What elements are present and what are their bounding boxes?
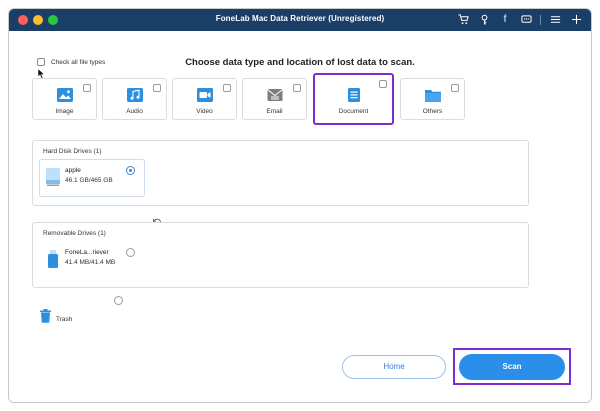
- file-type-video[interactable]: Video: [172, 78, 237, 120]
- trash-label: Trash: [56, 316, 73, 323]
- audio-checkbox[interactable]: [153, 84, 161, 92]
- check-all-checkbox[interactable]: [37, 58, 45, 66]
- file-type-label: Email: [266, 108, 283, 115]
- home-button[interactable]: Home: [342, 355, 446, 379]
- drive-size: 46.1 GB/465 GB: [65, 177, 113, 184]
- hard-disk-drives-panel: Hard Disk Drives (1) apple 46.1 GB/465 G…: [32, 140, 529, 206]
- email-icon: [266, 89, 283, 101]
- key-icon[interactable]: [477, 12, 491, 28]
- folder-icon: [424, 90, 441, 102]
- scan-button[interactable]: Scan: [459, 354, 565, 380]
- drive-fonelab[interactable]: FoneLa...riever 41.4 MB/41.4 MB: [39, 241, 145, 279]
- document-checkbox[interactable]: [379, 80, 387, 88]
- trash-item[interactable]: Trash: [36, 309, 96, 339]
- drive-size: 41.4 MB/41.4 MB: [65, 259, 116, 266]
- image-icon: [56, 88, 73, 102]
- trash-icon: [40, 309, 51, 323]
- title-bar: FoneLab Mac Data Retriever (Unregistered…: [9, 9, 591, 31]
- file-type-cards: Image Audio Video Email Document Others: [32, 73, 465, 125]
- file-type-email[interactable]: Email: [242, 78, 307, 120]
- chat-icon[interactable]: [519, 12, 533, 28]
- file-type-label: Others: [422, 108, 443, 115]
- email-checkbox[interactable]: [293, 84, 301, 92]
- drive-apple[interactable]: apple 46.1 GB/465 GB: [39, 159, 145, 197]
- cart-icon[interactable]: [456, 12, 470, 28]
- check-all-label: Check all file types: [51, 58, 106, 66]
- usb-drive-icon: [48, 250, 58, 268]
- toolbar-divider: [540, 15, 541, 25]
- menu-icon[interactable]: [548, 12, 562, 28]
- file-type-label: Document: [338, 108, 369, 115]
- drive-name: apple: [65, 167, 81, 174]
- file-type-others[interactable]: Others: [400, 78, 465, 120]
- video-icon: [196, 88, 213, 102]
- hard-disk-drives-title: Hard Disk Drives (1): [43, 148, 102, 155]
- music-icon: [126, 88, 143, 102]
- others-checkbox[interactable]: [451, 84, 459, 92]
- document-icon: [347, 88, 360, 102]
- pin-icon[interactable]: [569, 12, 583, 28]
- drive-name: FoneLa...riever: [65, 249, 109, 256]
- file-type-label: Video: [196, 108, 213, 115]
- image-checkbox[interactable]: [83, 84, 91, 92]
- check-all-file-types[interactable]: Check all file types: [37, 58, 105, 66]
- trash-radio[interactable]: [114, 296, 123, 305]
- drive-fonelab-radio[interactable]: [126, 248, 135, 257]
- file-type-label: Audio: [126, 108, 143, 115]
- file-type-audio[interactable]: Audio: [102, 78, 167, 120]
- file-type-label: Image: [55, 108, 74, 115]
- drive-apple-radio[interactable]: [126, 166, 135, 175]
- video-checkbox[interactable]: [223, 84, 231, 92]
- removable-drives-title: Removable Drives (1): [43, 230, 106, 237]
- removable-drives-panel: Removable Drives (1) FoneLa...riever 41.…: [32, 222, 529, 288]
- file-type-document[interactable]: Document: [313, 73, 394, 125]
- hard-drive-icon: [46, 168, 60, 186]
- file-type-image[interactable]: Image: [32, 78, 97, 120]
- facebook-icon[interactable]: f: [498, 12, 512, 28]
